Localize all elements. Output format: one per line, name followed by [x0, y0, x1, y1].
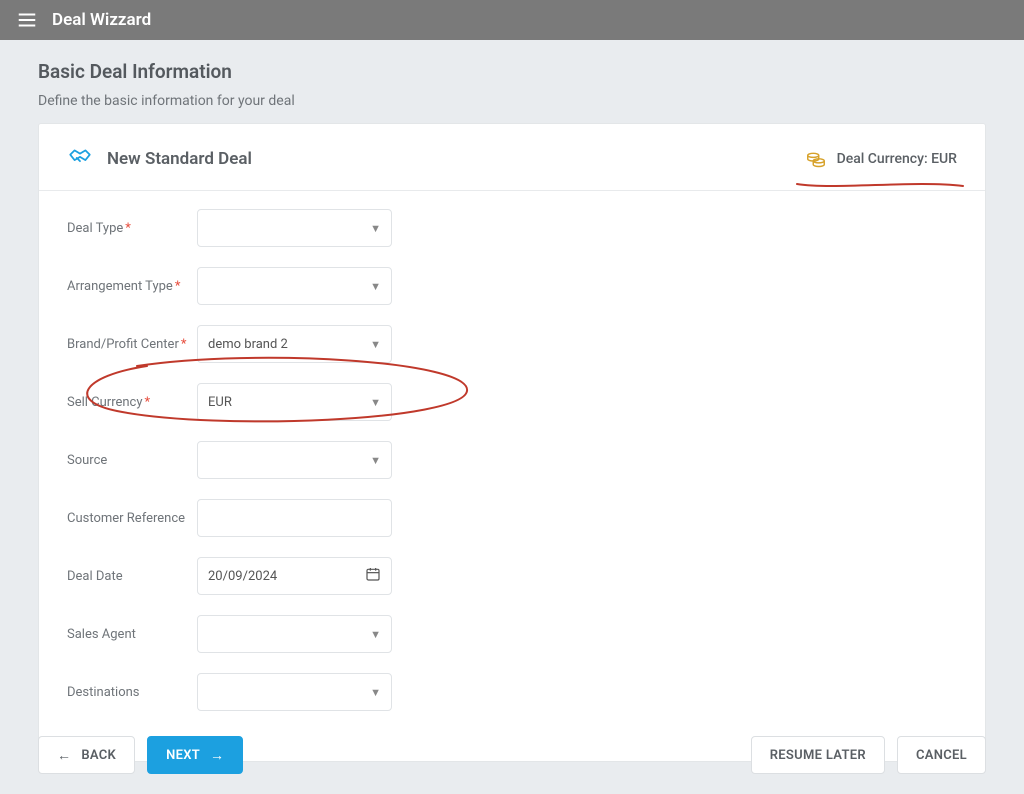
footer: ← BACK NEXT → RESUME LATER CANCEL [38, 736, 986, 774]
row-sales-agent: Sales Agent ▼ [67, 615, 957, 653]
card-title: New Standard Deal [107, 149, 252, 169]
select-arrangement-type[interactable]: ▼ [197, 267, 392, 305]
chevron-down-icon: ▼ [370, 628, 381, 641]
input-customer-reference[interactable] [197, 499, 392, 537]
card-header: New Standard Deal Deal Currency: EUR [39, 124, 985, 191]
label-deal-date: Deal Date [67, 569, 197, 584]
row-source: Source ▼ [67, 441, 957, 479]
row-customer-reference: Customer Reference [67, 499, 957, 537]
label-arrangement-type: Arrangement Type* [67, 279, 197, 294]
arrow-right-icon: → [210, 747, 224, 764]
page-heading: Basic Deal Information [38, 60, 986, 83]
handshake-icon [67, 146, 93, 172]
page-subheading: Define the basic information for your de… [38, 93, 986, 109]
label-brand: Brand/Profit Center* [67, 337, 197, 352]
page-header: Basic Deal Information Define the basic … [0, 40, 1024, 123]
label-sell-currency: Sell Currency* [67, 395, 197, 410]
chevron-down-icon: ▼ [370, 686, 381, 699]
row-destinations: Destinations ▼ [67, 673, 957, 711]
chevron-down-icon: ▼ [370, 222, 381, 235]
row-arrangement-type: Arrangement Type* ▼ [67, 267, 957, 305]
annotation-underline [795, 178, 965, 192]
chevron-down-icon: ▼ [370, 280, 381, 293]
deal-currency-label: Deal Currency: EUR [837, 151, 957, 167]
chevron-down-icon: ▼ [370, 396, 381, 409]
app-topbar: Deal Wizzard [0, 0, 1024, 40]
chevron-down-icon: ▼ [370, 338, 381, 351]
resume-later-button[interactable]: RESUME LATER [751, 736, 885, 774]
label-destinations: Destinations [67, 685, 197, 700]
row-brand: Brand/Profit Center* demo brand 2 ▼ [67, 325, 957, 363]
label-sales-agent: Sales Agent [67, 627, 197, 642]
label-customer-reference: Customer Reference [67, 511, 197, 526]
select-brand[interactable]: demo brand 2 ▼ [197, 325, 392, 363]
form-area: Deal Type* ▼ Arrangement Type* ▼ Brand/P… [39, 191, 985, 761]
form-card: New Standard Deal Deal Currency: EUR [38, 123, 986, 762]
calendar-icon [365, 566, 381, 586]
menu-icon[interactable] [16, 9, 38, 31]
label-deal-type: Deal Type* [67, 221, 197, 236]
row-deal-type: Deal Type* ▼ [67, 209, 957, 247]
select-destinations[interactable]: ▼ [197, 673, 392, 711]
next-button[interactable]: NEXT → [147, 736, 243, 774]
cancel-button[interactable]: CANCEL [897, 736, 986, 774]
row-sell-currency: Sell Currency* EUR ▼ [67, 383, 957, 421]
app-title: Deal Wizzard [52, 10, 151, 30]
coins-icon [805, 148, 827, 170]
select-sales-agent[interactable]: ▼ [197, 615, 392, 653]
select-sell-currency[interactable]: EUR ▼ [197, 383, 392, 421]
select-source[interactable]: ▼ [197, 441, 392, 479]
chevron-down-icon: ▼ [370, 454, 381, 467]
arrow-left-icon: ← [57, 747, 71, 764]
label-source: Source [67, 453, 197, 468]
input-deal-date[interactable]: 20/09/2024 [197, 557, 392, 595]
row-deal-date: Deal Date 20/09/2024 [67, 557, 957, 595]
select-deal-type[interactable]: ▼ [197, 209, 392, 247]
back-button[interactable]: ← BACK [38, 736, 135, 774]
